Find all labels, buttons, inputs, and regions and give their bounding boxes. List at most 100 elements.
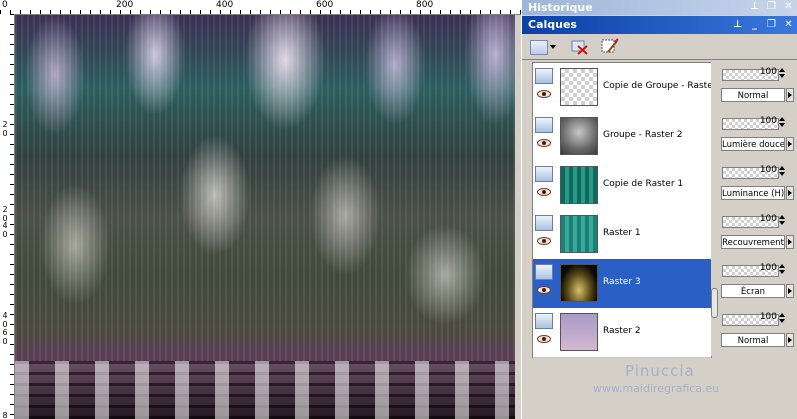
ruler-label: 800 — [416, 0, 434, 10]
ruler-label: 4 — [2, 221, 8, 230]
layer-name: Copie de Raster 1 — [603, 179, 684, 189]
chevron-right-icon[interactable] — [786, 137, 794, 151]
raster-layer-icon — [535, 313, 553, 329]
chevron-right-icon[interactable] — [786, 333, 794, 347]
chevron-right-icon[interactable] — [786, 284, 794, 298]
image-canvas[interactable] — [15, 15, 515, 419]
layer-properties-icon[interactable] — [600, 38, 620, 56]
pin-icon[interactable]: ⊥ — [732, 19, 743, 30]
layer-row[interactable]: Raster 1 — [533, 210, 711, 260]
ruler-ticks — [0, 10, 521, 14]
ruler-label: 2 — [2, 120, 8, 129]
delete-layer-icon[interactable] — [570, 38, 590, 56]
layer-properties: 100 Lumière douce — [721, 115, 794, 159]
ruler-ticks — [10, 14, 14, 419]
minimize-icon[interactable]: _ — [749, 19, 760, 30]
eye-icon[interactable] — [537, 335, 551, 343]
layer-row[interactable]: Raster 2 — [533, 308, 711, 358]
spin-up-icon[interactable] — [779, 68, 785, 72]
layer-thumbnail — [560, 264, 598, 302]
spin-down-icon[interactable] — [779, 123, 785, 127]
watermark-name: Pinuccia — [625, 362, 695, 380]
vertical-ruler: 2 0 2 0 4 0 4 0 6 0 8 — [0, 14, 15, 419]
blend-mode-select[interactable]: Normal — [721, 333, 785, 347]
history-title: Historique — [528, 1, 593, 14]
opacity-value: 100 — [759, 67, 777, 77]
spin-up-icon[interactable] — [779, 215, 785, 219]
opacity-value: 100 — [759, 263, 777, 273]
layer-row[interactable]: Groupe - Raster 2 — [533, 112, 711, 162]
layers-palette: Historique ⊥ ❐ ✕ Calques ⊥ _ ❐ ✕ Copie d… — [521, 0, 797, 419]
layer-properties: 100 Luminance (H) — [721, 164, 794, 208]
opacity-value: 100 — [759, 116, 777, 126]
canvas-floor-pattern — [15, 361, 515, 419]
eye-icon[interactable] — [537, 286, 551, 294]
opacity-value: 100 — [759, 312, 777, 322]
opacity-value: 100 — [759, 214, 777, 224]
restore-icon[interactable]: ❐ — [766, 19, 777, 30]
layer-properties: 100 Normal — [721, 66, 794, 110]
spin-up-icon[interactable] — [779, 117, 785, 121]
ruler-label: 400 — [216, 0, 234, 10]
close-icon[interactable]: ✕ — [783, 19, 794, 30]
spin-down-icon[interactable] — [779, 270, 785, 274]
ruler-label: 600 — [316, 0, 334, 10]
layers-title: Calques — [528, 18, 577, 31]
restore-icon[interactable]: ❐ — [766, 1, 777, 12]
ruler-label: 200 — [116, 0, 134, 10]
ruler-label: 0 — [2, 337, 8, 346]
eye-icon[interactable] — [537, 90, 551, 98]
chevron-right-icon[interactable] — [786, 88, 794, 102]
blend-mode-select[interactable]: Normal — [721, 88, 785, 102]
horizontal-ruler: 0 200 400 600 800 — [0, 0, 521, 15]
chevron-right-icon[interactable] — [786, 186, 794, 200]
pin-icon[interactable]: ⊥ — [749, 1, 760, 12]
spin-down-icon[interactable] — [779, 221, 785, 225]
raster-layer-icon — [535, 215, 553, 231]
blend-mode-select[interactable]: Recouvrement — [721, 235, 785, 249]
chevron-down-icon[interactable] — [550, 45, 556, 49]
ruler-label: 0 — [2, 230, 8, 239]
opacity-value: 100 — [759, 165, 777, 175]
layer-thumbnail — [560, 166, 598, 204]
spin-up-icon[interactable] — [779, 264, 785, 268]
layer-thumbnail — [560, 117, 598, 155]
eye-icon[interactable] — [537, 139, 551, 147]
ruler-label: 4 — [2, 311, 8, 320]
scrollbar-thumb[interactable] — [711, 288, 718, 318]
layer-properties: 100 Normal — [721, 311, 794, 355]
layers-titlebar[interactable]: Calques ⊥ _ ❐ ✕ — [522, 16, 797, 34]
eye-icon[interactable] — [537, 188, 551, 196]
layer-thumbnail — [560, 313, 598, 351]
layer-row-selected[interactable]: Raster 3 — [533, 259, 711, 309]
layer-row[interactable]: Copie de Groupe - Raste — [533, 63, 711, 113]
raster-layer-icon — [535, 117, 553, 133]
new-layer-icon[interactable] — [530, 40, 548, 55]
history-titlebar[interactable]: Historique ⊥ ❐ ✕ — [522, 0, 797, 15]
spin-down-icon[interactable] — [779, 74, 785, 78]
spin-down-icon[interactable] — [779, 172, 785, 176]
layers-toolbar — [522, 35, 797, 60]
raster-layer-icon — [535, 166, 553, 182]
layer-thumbnail — [560, 215, 598, 253]
spin-down-icon[interactable] — [779, 319, 785, 323]
spin-up-icon[interactable] — [779, 166, 785, 170]
layer-row[interactable]: Copie de Raster 1 — [533, 161, 711, 211]
layer-name: Copie de Groupe - Raste — [603, 81, 711, 91]
close-icon[interactable]: ✕ — [783, 1, 794, 12]
layer-list: Copie de Groupe - Raste Groupe - Raster … — [532, 62, 712, 358]
spin-up-icon[interactable] — [779, 313, 785, 317]
eye-icon[interactable] — [537, 237, 551, 245]
chevron-right-icon[interactable] — [786, 235, 794, 249]
layer-name: Raster 2 — [603, 326, 641, 336]
blend-mode-select[interactable]: Écran — [721, 284, 785, 298]
watermark-url: www.maidiregrafica.eu — [593, 382, 720, 395]
layer-name: Raster 3 — [603, 277, 641, 287]
layer-list-scrollbar[interactable] — [711, 62, 718, 356]
layer-properties: 100 Écran — [721, 262, 794, 306]
ruler-label: 2 — [2, 205, 8, 214]
ruler-label: 0 — [2, 0, 8, 10]
blend-mode-select[interactable]: Luminance (H) — [721, 186, 785, 200]
ruler-label: 6 — [2, 328, 8, 337]
blend-mode-select[interactable]: Lumière douce — [721, 137, 785, 151]
